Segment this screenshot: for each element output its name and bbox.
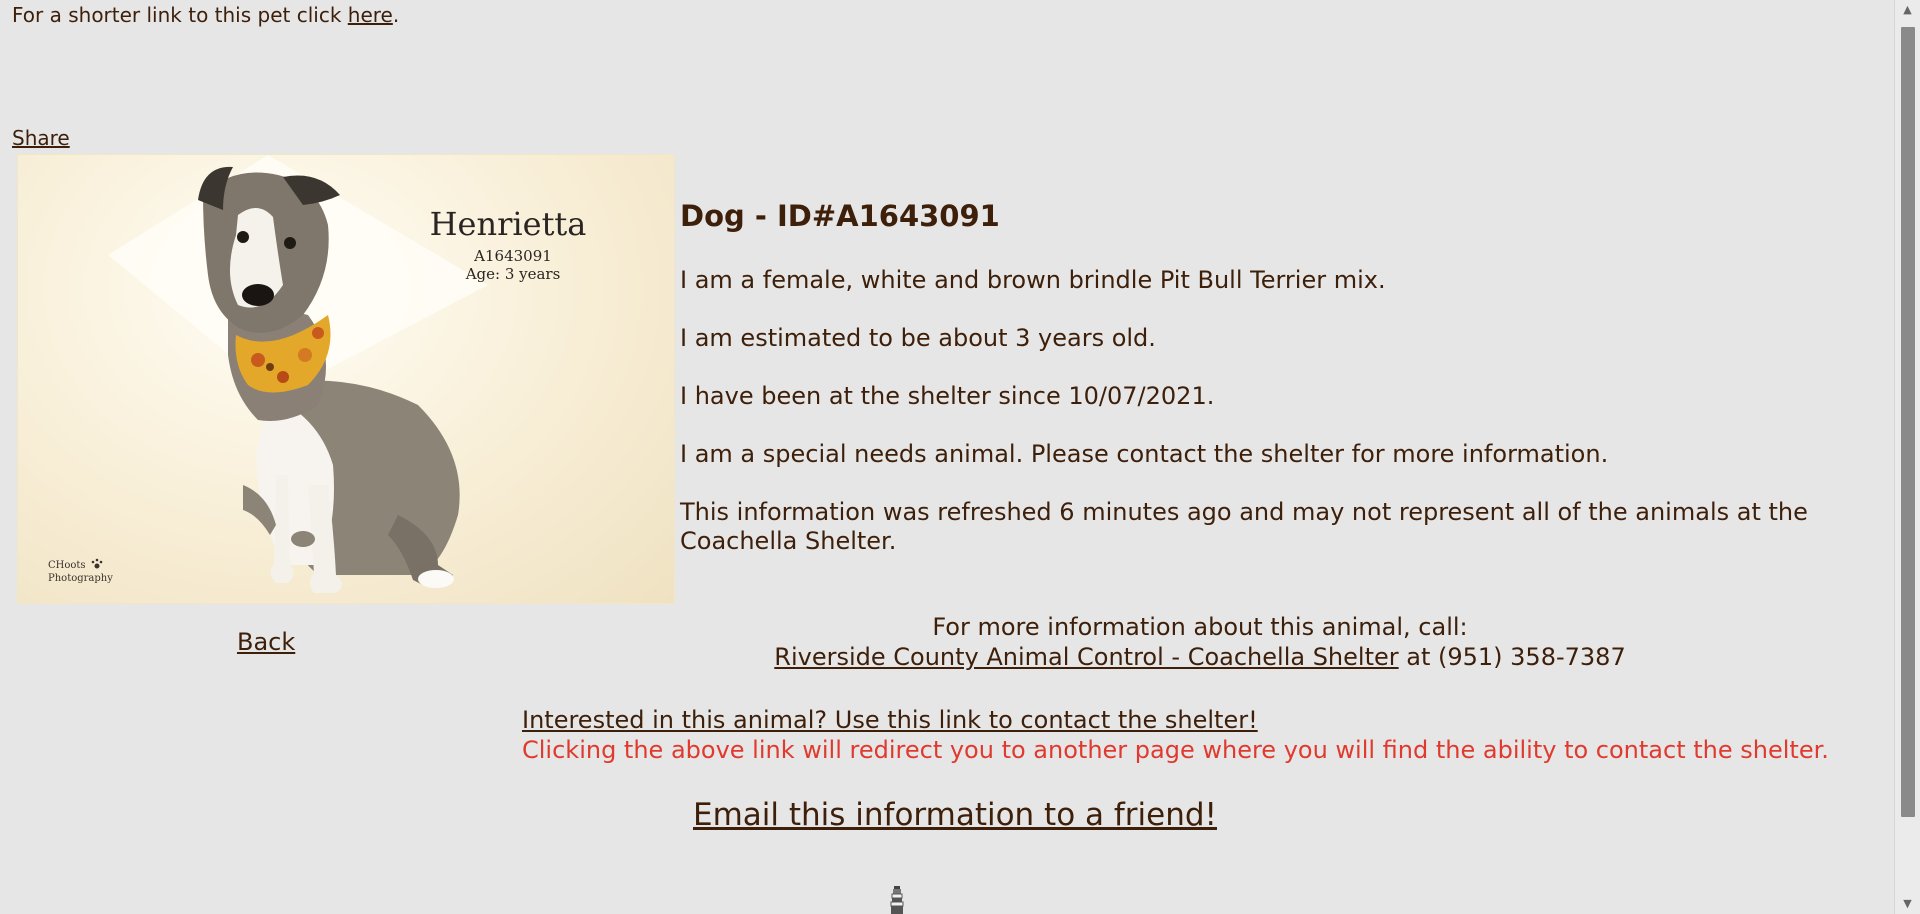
- dog-illustration: Henrietta A1643091 Age: 3 years CHoots P…: [48, 155, 587, 593]
- email-friend-link[interactable]: Email this information to a friend!: [693, 797, 1217, 833]
- pet-age: I am estimated to be about 3 years old.: [680, 324, 1156, 352]
- contact-info: For more information about this animal, …: [680, 612, 1720, 672]
- shelter-phone: at (951) 358-7387: [1398, 643, 1626, 671]
- contact-line: Riverside County Animal Control - Coache…: [680, 642, 1720, 672]
- shelter-link[interactable]: Riverside County Animal Control - Coache…: [774, 643, 1398, 671]
- chevron-up-icon[interactable]: ▲: [1895, 0, 1920, 20]
- chevron-down-icon[interactable]: ▼: [1895, 894, 1920, 914]
- scrollbar-thumb[interactable]: [1901, 27, 1915, 817]
- interest-block: Interested in this animal? Use this link…: [522, 705, 1829, 765]
- short-link-line: For a shorter link to this pet click her…: [12, 3, 399, 27]
- vertical-scrollbar[interactable]: ▲ ▼: [1894, 0, 1920, 914]
- refresh-note: This information was refreshed 6 minutes…: [680, 498, 1808, 555]
- contact-intro: For more information about this animal, …: [932, 613, 1468, 641]
- pet-heading: Dog - ID#A1643091: [680, 199, 1000, 233]
- pet-special-needs: I am a special needs animal. Please cont…: [680, 440, 1609, 468]
- pet-intake-date: I have been at the shelter since 10/07/2…: [680, 382, 1215, 410]
- pet-info: Dog - ID#A1643091 I am a female, white a…: [680, 196, 1860, 585]
- share-link[interactable]: Share: [12, 126, 70, 150]
- paw-icon: [91, 558, 103, 569]
- contact-shelter-link[interactable]: Interested in this animal? Use this link…: [522, 706, 1258, 734]
- short-link-here[interactable]: here: [348, 3, 393, 27]
- photo-credit-line2: Photography: [48, 573, 113, 584]
- pet-detail-page: For a shorter link to this pet click her…: [0, 0, 1895, 914]
- short-link-prefix: For a shorter link to this pet click: [12, 3, 348, 27]
- photo-credit-line1: CHoots: [48, 560, 86, 571]
- photo-age-label: Age: 3 years: [465, 265, 561, 283]
- short-link-suffix: .: [392, 3, 400, 27]
- redirect-note: Clicking the above link will redirect yo…: [522, 736, 1829, 764]
- pet-description: I am a female, white and brown brindle P…: [680, 266, 1386, 294]
- lighthouse-icon: [890, 886, 904, 914]
- photo-name-label: Henrietta: [430, 205, 587, 243]
- pet-photo[interactable]: Henrietta A1643091 Age: 3 years CHoots P…: [17, 154, 675, 604]
- back-link[interactable]: Back: [237, 628, 295, 656]
- photo-id-label: A1643091: [473, 247, 552, 265]
